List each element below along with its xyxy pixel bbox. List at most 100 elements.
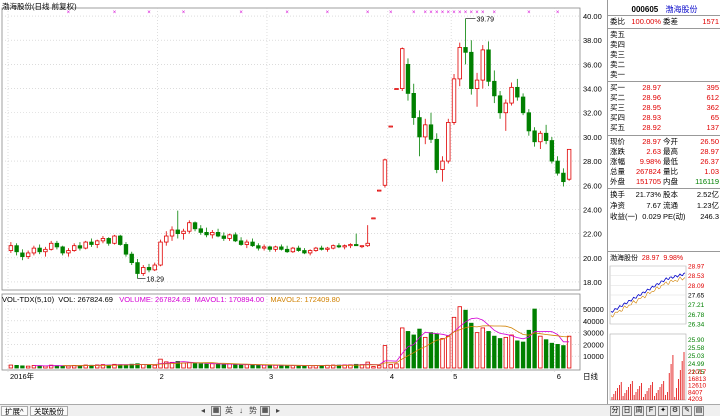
gear-icon[interactable]: ⚙ [670, 406, 680, 416]
stat-value: 2.63 [646, 147, 661, 156]
volume-bar [474, 332, 480, 369]
mini-pct-label: 24.99 [688, 361, 705, 368]
candle-body [267, 246, 273, 250]
candle-body [14, 245, 19, 253]
candle-body [106, 238, 111, 244]
stat-value: 26.37 [700, 157, 719, 166]
potential-icon[interactable]: 势 [248, 406, 258, 416]
candle-body [181, 230, 186, 235]
stat-label: 涨跌 [610, 147, 625, 156]
people-icon[interactable]: ✦ [658, 406, 668, 416]
price-axis-label: 20.00 [583, 254, 602, 263]
event-marker: × [452, 10, 456, 16]
volume-bar [532, 308, 537, 369]
candle-body [244, 241, 250, 245]
event-marker: × [464, 10, 468, 16]
buy-level-label: 买四 [610, 113, 625, 122]
stat-label: PE(动) [663, 212, 686, 221]
chart-icon[interactable]: ▤ [694, 406, 704, 416]
volume-bar [146, 364, 152, 369]
mini-title-pct: 9.98% [663, 255, 684, 262]
volume-bar [25, 365, 31, 369]
candle-body [210, 231, 215, 236]
stat-value: 116119 [695, 177, 719, 186]
stock-name[interactable]: 渤海股份 [665, 5, 697, 14]
mini-price-label: 27.65 [688, 293, 705, 300]
scroll-right-icon[interactable]: ▸ [273, 406, 283, 416]
stat-label: 最高 [663, 147, 678, 156]
volume-bar [233, 364, 238, 369]
candle-body [158, 241, 163, 266]
candle-body [256, 245, 261, 249]
week-icon[interactable]: 周 [634, 406, 644, 416]
candle-body [451, 78, 457, 123]
stat-row: 涨跌 2.63 最高 28.97 [608, 147, 720, 157]
f10-icon[interactable]: F [646, 406, 656, 416]
candle-body [129, 253, 134, 264]
candle-body [100, 238, 106, 242]
candle-body [509, 86, 514, 104]
grid-icon[interactable]: ▦ [211, 406, 221, 416]
sell-level-label: 卖三 [610, 50, 625, 59]
candle-body [388, 125, 393, 128]
candle-body [555, 160, 560, 174]
kline-chart[interactable]: 40.00 38.00 36.00 34.00 32.00 30.00 28.00 26.00… [0, 0, 607, 404]
volume-bar [446, 335, 451, 369]
related-stocks-tab[interactable]: 关联股份 [30, 406, 68, 416]
stat-label: 最低 [663, 157, 678, 166]
day-icon[interactable]: 日 [622, 406, 632, 416]
volume-bar [515, 340, 520, 369]
stat-value: 21.73% [635, 190, 661, 199]
volume-bar [434, 333, 439, 369]
volume-bar [187, 362, 192, 369]
event-marker: × [481, 10, 485, 16]
volume-bar [561, 345, 566, 369]
volume-bar [8, 364, 14, 369]
mini-price-label: 28.53 [688, 273, 705, 280]
candle-body [474, 79, 480, 89]
event-marker: × [447, 10, 451, 16]
volume-bar [66, 365, 71, 369]
event-marker: × [113, 10, 117, 16]
mavol2-value: MAVOL2: 172409.80 [270, 295, 340, 304]
candle-body [112, 235, 117, 244]
event-marker: × [239, 10, 243, 16]
stat-value: 7.67 [646, 201, 661, 210]
candle-body [204, 231, 209, 236]
x-axis-label: 6 [557, 372, 561, 381]
candle-body [187, 222, 192, 232]
buy-level-label: 买一 [610, 83, 625, 92]
volume-bar [204, 363, 209, 369]
event-marker: × [470, 10, 474, 16]
buy-level-volume: 362 [706, 103, 719, 112]
candle-body [359, 245, 365, 248]
candle-body [290, 247, 296, 253]
event-marker: × [147, 10, 151, 16]
price-axis-label: 22.00 [583, 230, 602, 239]
tools-icon[interactable]: ✎ [682, 406, 692, 416]
minute-icon[interactable]: 分 [610, 406, 620, 416]
volume-bar [244, 364, 250, 369]
volume-bar [486, 331, 491, 369]
candle-body [233, 234, 238, 242]
stock-chart-window: 40.00 38.00 36.00 34.00 32.00 30.00 28.00 26.00… [0, 0, 720, 416]
candle-body [377, 189, 382, 192]
candle-body [302, 250, 307, 254]
volume-bar [20, 365, 25, 369]
down-arrow-icon[interactable]: ↓ [236, 406, 246, 416]
expand-tab[interactable]: 扩展^ [1, 406, 28, 416]
volume-bar [388, 364, 393, 369]
candle-body [365, 242, 370, 247]
price-axis-label: 36.00 [583, 60, 602, 69]
stat-label: 净资 [610, 201, 625, 210]
scroll-left-icon[interactable]: ◂ [198, 406, 208, 416]
candle-body [135, 262, 140, 274]
english-icon[interactable]: 英 [224, 406, 234, 416]
event-marker: × [441, 10, 445, 16]
event-marker: × [366, 10, 370, 16]
grid2-icon[interactable]: ▦ [260, 406, 270, 416]
intraday-mini-chart[interactable]: 28.97 28.53 28.09 27.65 27.21 26.78 26.34 25.90… [608, 262, 720, 404]
buy-level-price: 28.97 [642, 83, 661, 92]
buy-level-price: 28.95 [642, 103, 661, 112]
candle-body [261, 246, 267, 249]
